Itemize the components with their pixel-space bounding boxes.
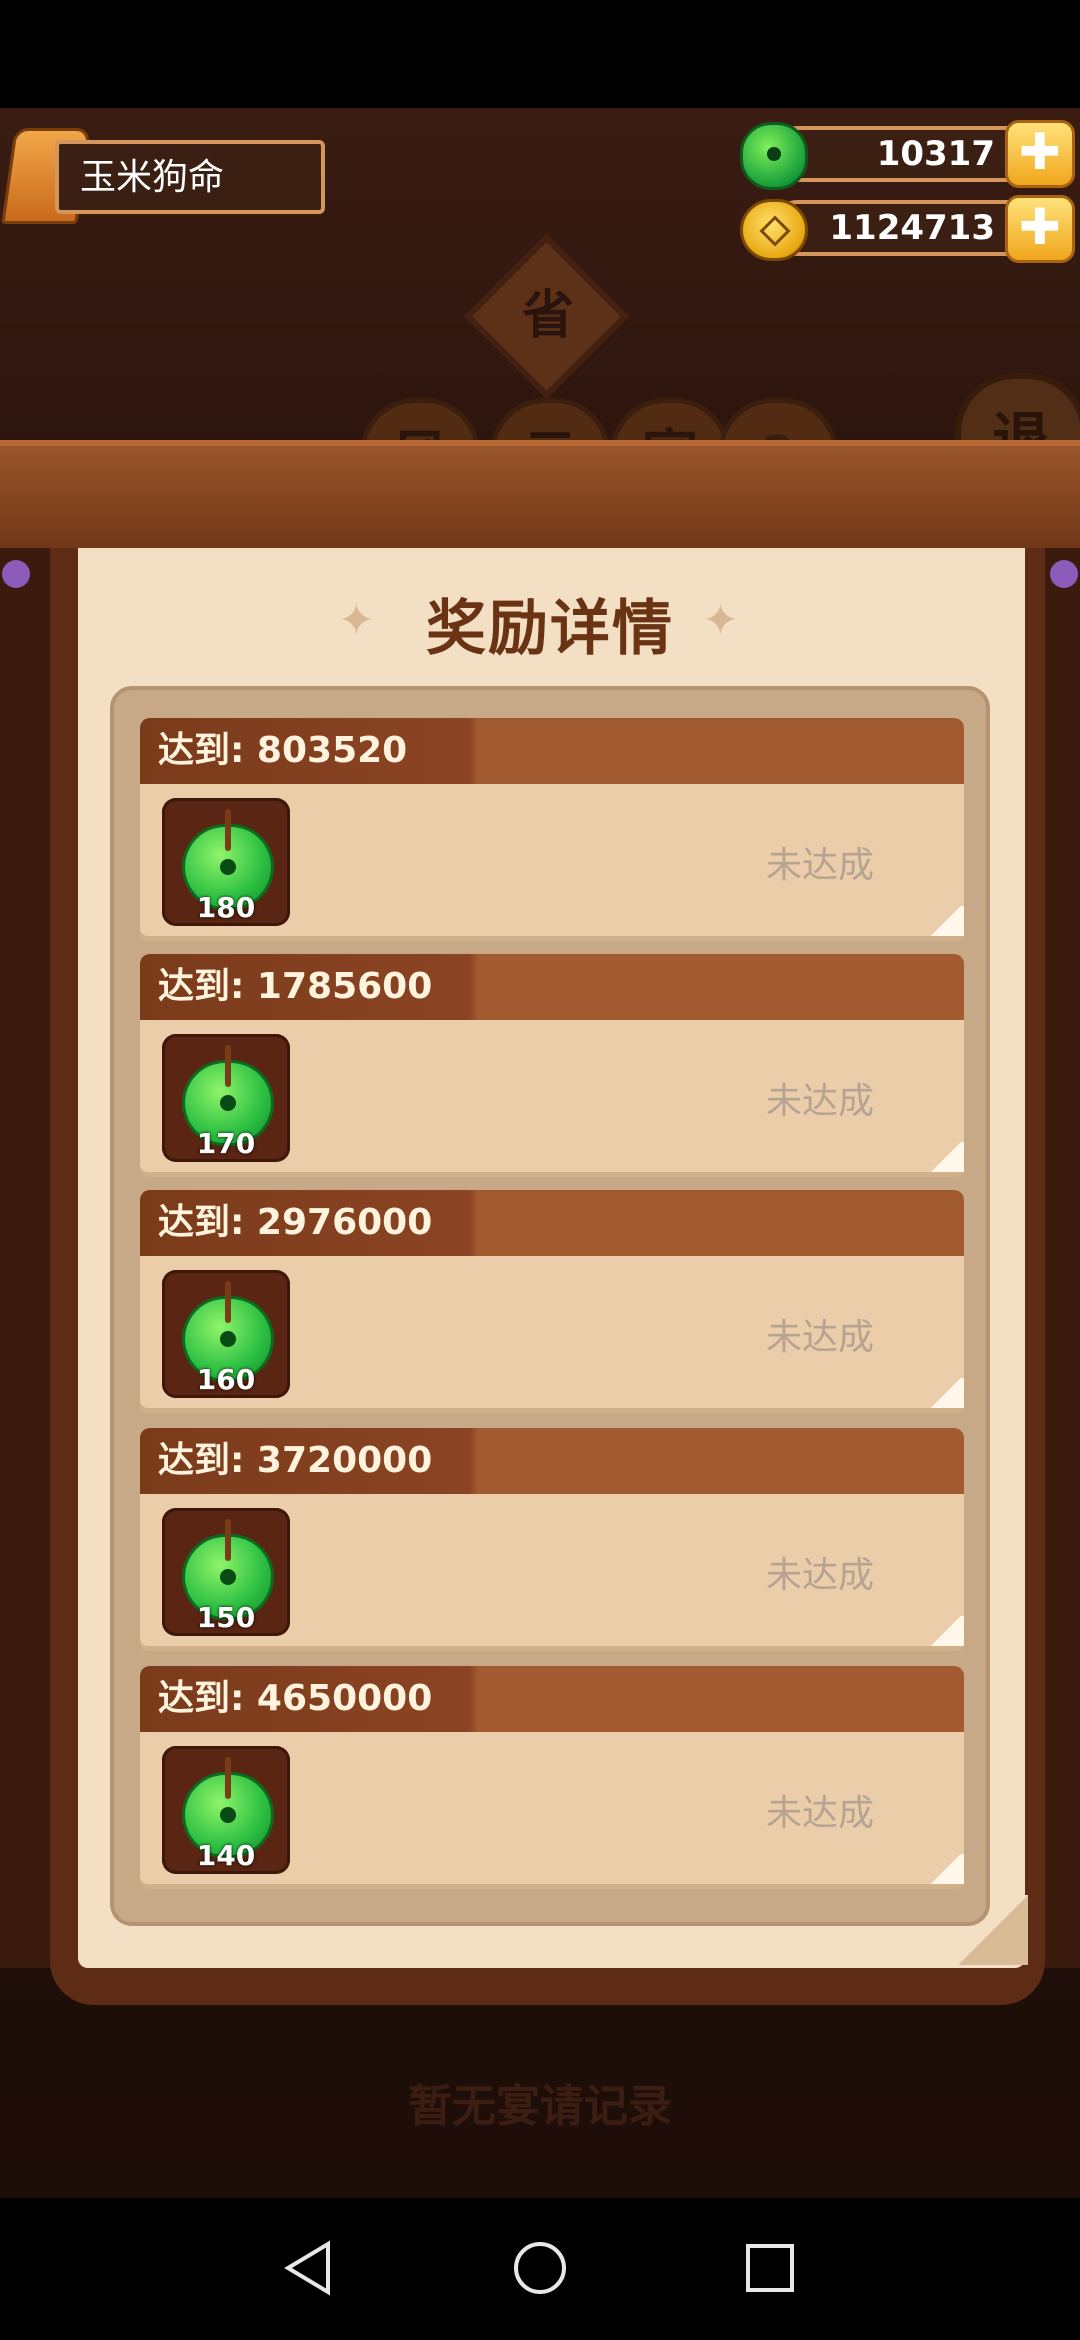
reward-count: 160 (196, 1363, 256, 1396)
reward-target: 达到: 2976000 (158, 1202, 433, 1243)
page-fold (928, 906, 964, 936)
reward-target: 达到: 4650000 (158, 1678, 433, 1719)
home-icon[interactable] (510, 2238, 570, 2298)
reward-status: 未达成 (766, 1317, 875, 1358)
reward-row-body: 150 未达成 (140, 1494, 964, 1646)
reward-item[interactable]: 140 (162, 1746, 290, 1874)
add-coin-button[interactable]: ✚ (1005, 195, 1075, 263)
empty-banquet-record-text: 暂无宴请记录 (408, 2081, 672, 2132)
reward-target: 达到: 3720000 (158, 1440, 433, 1481)
reward-status: 未达成 (766, 1793, 875, 1834)
sparkle-icon: ✦ (702, 595, 739, 646)
jade-currency-value: 10317 (876, 134, 995, 174)
reward-status: 未达成 (766, 1081, 875, 1122)
wooden-beam (0, 440, 1080, 564)
page-fold (928, 1854, 964, 1884)
reward-row: 达到: 3720000 150 未达成 (140, 1428, 964, 1646)
reward-count: 140 (196, 1839, 256, 1872)
reward-count: 150 (196, 1601, 256, 1634)
add-jade-button[interactable]: ✚ (1005, 120, 1075, 188)
reward-row-body: 180 未达成 (140, 784, 964, 936)
reward-item[interactable]: 160 (162, 1270, 290, 1398)
reward-row-body: 170 未达成 (140, 1020, 964, 1172)
reward-row: 达到: 803520 180 未达成 (140, 718, 964, 936)
page-fold (928, 1142, 964, 1172)
reward-target: 达到: 803520 (158, 730, 408, 771)
reward-target: 达到: 1785600 (158, 966, 433, 1007)
page-fold (928, 1616, 964, 1646)
reward-row: 达到: 2976000 160 未达成 (140, 1190, 964, 1408)
back-icon[interactable] (280, 2238, 340, 2298)
coin-currency-value: 1124713 (829, 208, 995, 248)
recents-icon[interactable] (740, 2238, 800, 2298)
reward-row-body: 160 未达成 (140, 1256, 964, 1408)
reward-item[interactable]: 170 (162, 1034, 290, 1162)
reward-row: 达到: 4650000 140 未达成 (140, 1666, 964, 1884)
reward-details-title: 奖励详情 (426, 594, 674, 664)
page-fold (928, 1378, 964, 1408)
reward-count: 180 (196, 891, 256, 924)
status-bar (0, 0, 1080, 108)
reward-item[interactable]: 150 (162, 1508, 290, 1636)
player-name: 玉米狗命 (80, 157, 225, 198)
reward-status: 未达成 (766, 845, 875, 886)
province-emblem-label: 省 (521, 286, 574, 346)
reward-row: 达到: 1785600 170 未达成 (140, 954, 964, 1172)
reward-status: 未达成 (766, 1555, 875, 1596)
reward-count: 170 (196, 1127, 256, 1160)
reward-row-body: 140 未达成 (140, 1732, 964, 1884)
reward-item[interactable]: 180 (162, 798, 290, 926)
